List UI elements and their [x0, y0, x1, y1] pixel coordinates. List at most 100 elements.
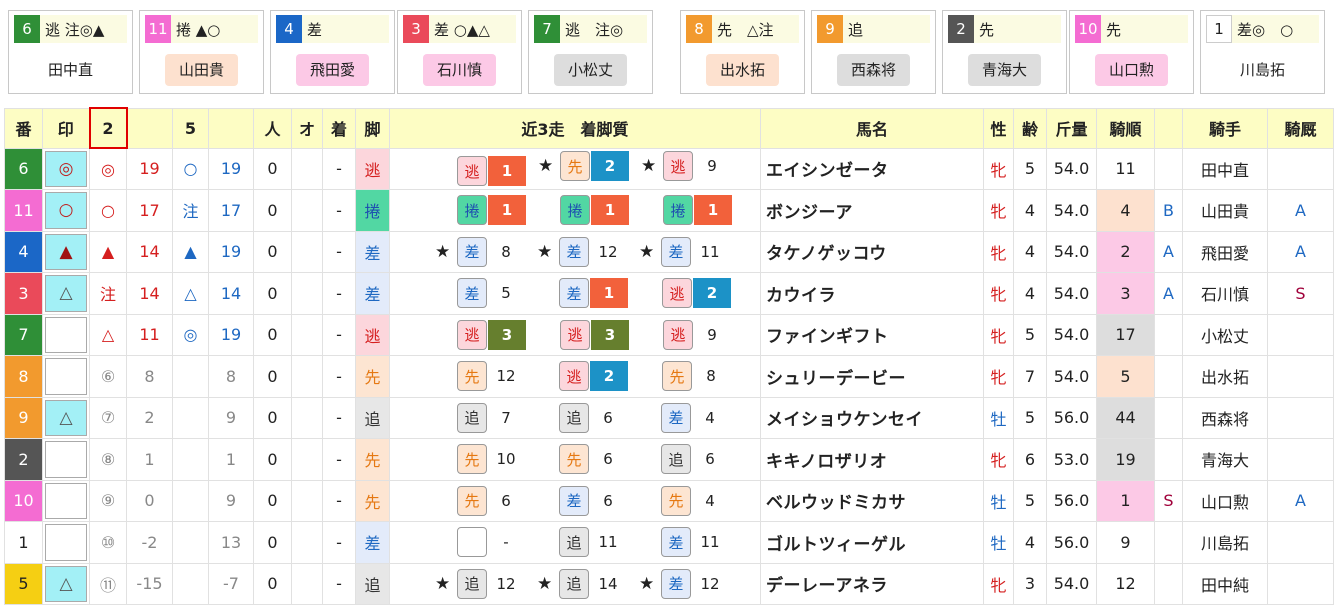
- jockey[interactable]: 西森将: [1182, 396, 1268, 439]
- kinryo: 54.0: [1046, 272, 1097, 315]
- mark-cell[interactable]: ◎: [42, 147, 90, 190]
- horse-name[interactable]: エイシンゼータ: [760, 147, 984, 190]
- mark-selector[interactable]: [45, 441, 87, 478]
- mark-cell[interactable]: [42, 521, 90, 564]
- jockey[interactable]: 田中純: [1182, 562, 1268, 605]
- horse-card[interactable]: 6逃 注◎▲ 田中直: [8, 10, 133, 94]
- col-jockey[interactable]: 騎手: [1182, 107, 1268, 149]
- col-kyaku[interactable]: 脚: [355, 107, 390, 149]
- mark-cell[interactable]: ▲: [42, 230, 90, 273]
- table-row[interactable]: 9 △ ⑦ 2 9 0- 追追 7 追 6 差 4 メイショウケンセイ牡 5 56.0 44 西森将: [4, 396, 1334, 439]
- col-sex[interactable]: 性: [983, 107, 1014, 149]
- mark-cell[interactable]: [42, 355, 90, 398]
- horse-card[interactable]: 11 捲 ▲○ 山田貴: [139, 10, 264, 94]
- recent-race: ★ 先 2: [538, 151, 629, 182]
- jockey[interactable]: 出水拓: [1182, 355, 1268, 398]
- kijun: 4: [1096, 189, 1155, 232]
- col-ninki[interactable]: 人: [253, 107, 292, 149]
- jockey[interactable]: 飛田愛: [1182, 230, 1268, 273]
- mark-selector[interactable]: [45, 482, 87, 519]
- recent-3-races: 先 12 逃 2 先 8: [389, 355, 761, 398]
- horse-card[interactable]: 10 先山口勲: [1069, 10, 1194, 94]
- mark-selector[interactable]: △: [45, 399, 87, 436]
- jockey[interactable]: 石川慎: [1182, 272, 1268, 315]
- odds: [291, 438, 323, 481]
- horse-name[interactable]: シュリーデービー: [760, 355, 984, 398]
- horse-card[interactable]: 3差 ○▲△ 石川慎: [397, 10, 522, 94]
- col-kinryo[interactable]: 斤量: [1046, 107, 1097, 149]
- jockey[interactable]: 青海大: [1182, 438, 1268, 481]
- col-shirushi[interactable]: 印: [42, 107, 90, 149]
- star-icon: ★: [435, 241, 451, 262]
- jockey[interactable]: 山口勲: [1182, 479, 1268, 522]
- table-row[interactable]: 11 ○ ○ 17 注 17 0- 捲捲 1 捲 1 捲 1 ボンジーア牝 4 54.0 4 B 山田貴 A: [4, 189, 1334, 232]
- mark-col2: ⑦: [89, 396, 127, 439]
- col-odds[interactable]: オ: [291, 107, 323, 149]
- col-recent[interactable]: 近3走 着脚質: [389, 107, 761, 149]
- mark-selector[interactable]: ◎: [45, 150, 87, 187]
- horse-name[interactable]: キキノロザリオ: [760, 438, 984, 481]
- table-row[interactable]: 5 △ ⑪ -15 -7 0- 追 ★ 追 12 ★ 追 14 ★ 差 12 デーレーアネラ牝 3 54.0 12 田中…: [4, 562, 1334, 605]
- mark-selector[interactable]: △: [45, 275, 87, 312]
- recent-race: 差1: [537, 278, 628, 309]
- jockey[interactable]: 川島拓: [1182, 521, 1268, 564]
- horse-name[interactable]: タケノゲッコウ: [760, 230, 984, 273]
- table-row[interactable]: 8 ⑥ 8 8 0- 先先 12 逃 2 先 8 シュリーデービー牝 7 54.0 5 出水拓: [4, 355, 1334, 398]
- col-kirei[interactable]: 騎厩: [1267, 107, 1334, 149]
- col-5[interactable]: 5: [172, 107, 209, 149]
- mark-cell[interactable]: △: [42, 396, 90, 439]
- horse-card[interactable]: 7逃 注◎ 小松丈: [528, 10, 653, 94]
- col-3[interactable]: [126, 107, 173, 149]
- col-6[interactable]: [208, 107, 254, 149]
- table-row[interactable]: 1 ⑩ -2 13 0- 差 - 追 11 差 11 ゴルトツィーゲル牡 4 56.0 9 川島拓: [4, 521, 1334, 564]
- jockey[interactable]: 山田貴: [1182, 189, 1268, 232]
- kijun: 3: [1096, 272, 1155, 315]
- horse-name[interactable]: ゴルトツィーゲル: [760, 521, 984, 564]
- mark-selector[interactable]: △: [45, 565, 87, 602]
- table-row[interactable]: 3 △ 注 14 △ 14 0- 差差 5 差 1 逃 2 カウイラ牝 4 54.0 3 A 石川慎 S: [4, 272, 1334, 315]
- horse-name[interactable]: カウイラ: [760, 272, 984, 315]
- card-jockey-name: 田中直: [33, 54, 107, 86]
- mark-selector[interactable]: ○: [45, 192, 87, 229]
- mark-cell[interactable]: ○: [42, 189, 90, 232]
- mark-cell[interactable]: [42, 479, 90, 522]
- card-jockey-name: 山口勲: [1094, 54, 1168, 86]
- col-2[interactable]: 2: [88, 107, 128, 149]
- table-row[interactable]: 6 ◎ ◎ 19 ○ 19 0- 逃逃 1 ★ 先 2 ★ 逃 9 エイシンゼータ牝 5 54.0 11 田中直: [4, 147, 1334, 190]
- mark-cell[interactable]: △: [42, 272, 90, 315]
- mark-cell[interactable]: △: [42, 562, 90, 605]
- horse-name[interactable]: メイショウケンセイ: [760, 396, 984, 439]
- table-row[interactable]: 4 ▲ ▲ 14 ▲ 19 0- 差 ★ 差 8 ★ 差 12 ★ 差 11 タケノゲッコウ牝 4 54.0 2 A 飛田愛…: [4, 230, 1334, 273]
- col-horse-name[interactable]: 馬名: [760, 107, 984, 149]
- mark-selector[interactable]: [45, 316, 87, 353]
- mark-cell[interactable]: [42, 438, 90, 481]
- recent-finish: 2: [590, 361, 628, 392]
- col-kijun[interactable]: 騎順: [1096, 107, 1155, 149]
- table-row[interactable]: 2 ⑧ 1 1 0- 先先 10 先 6 追 6 キキノロザリオ牝 6 53.0 19 青海大: [4, 438, 1334, 481]
- horse-card[interactable]: 4 差飛田愛: [270, 10, 395, 94]
- recent-style-tag: 捲: [560, 195, 590, 226]
- table-row[interactable]: 7 △ 11 ◎ 19 0- 逃逃 3 逃 3 逃 9 ファインギフト牝 5 54.0 17 小松丈: [4, 313, 1334, 356]
- horse-card[interactable]: 1 差◎ ○ 川島拓: [1200, 10, 1325, 94]
- mark-selector[interactable]: [45, 524, 87, 561]
- recent-style-tag: 追: [457, 568, 487, 599]
- horse-name[interactable]: ボンジーア: [760, 189, 984, 232]
- horse-name[interactable]: デーレーアネラ: [760, 562, 984, 605]
- jockey[interactable]: 小松丈: [1182, 313, 1268, 356]
- horse-card[interactable]: 9 追西森将: [811, 10, 936, 94]
- horse-name[interactable]: ファインギフト: [760, 313, 984, 356]
- mark-cell[interactable]: [42, 313, 90, 356]
- horse-card[interactable]: 8先 △注 出水拓: [680, 10, 805, 94]
- table-row[interactable]: 10 ⑨ 0 9 0- 先先 6 差 6 先 4 ベルウッドミカサ牡 5 56.0 1 S 山口勲 A: [4, 479, 1334, 522]
- col-age[interactable]: 齢: [1013, 107, 1047, 149]
- horse-card[interactable]: 2 先青海大: [942, 10, 1067, 94]
- col-ban[interactable]: 番: [4, 107, 43, 149]
- horse-name[interactable]: ベルウッドミカサ: [760, 479, 984, 522]
- recent-race: 先 12: [435, 361, 525, 392]
- col-kx[interactable]: [1154, 107, 1183, 149]
- mark-selector[interactable]: [45, 358, 87, 395]
- col-chaku[interactable]: 着: [322, 107, 356, 149]
- mark-selector[interactable]: ▲: [45, 233, 87, 270]
- jockey[interactable]: 田中直: [1182, 147, 1268, 190]
- kinryo: 53.0: [1046, 438, 1097, 481]
